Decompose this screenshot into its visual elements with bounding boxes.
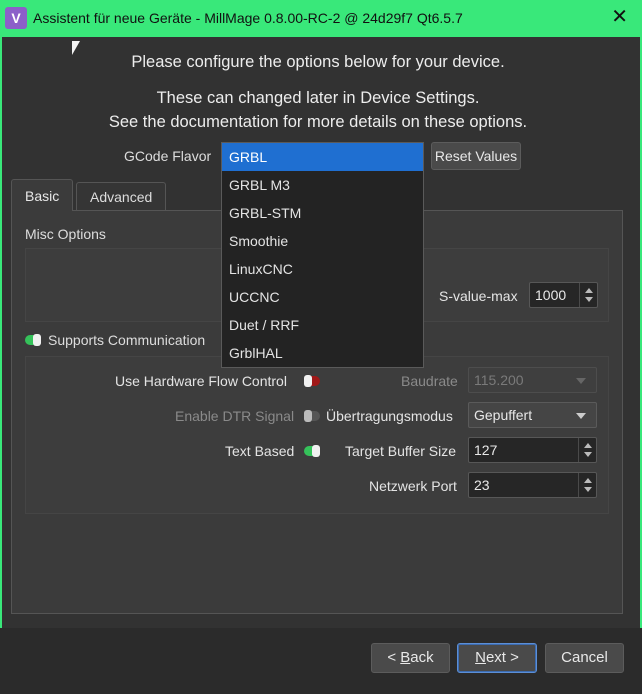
arrow-up-icon[interactable] <box>584 443 592 448</box>
supports-communication-toggle[interactable] <box>25 334 41 346</box>
baudrate-value: 115.200 <box>474 372 524 388</box>
misc-options-title: Misc Options <box>25 226 106 242</box>
network-port-value: 23 <box>474 477 490 493</box>
gcode-flavor-option[interactable]: GRBL M3 <box>222 171 423 199</box>
arrow-down-icon[interactable] <box>585 297 593 302</box>
hardware-flow-control-toggle[interactable] <box>304 375 320 387</box>
gcode-flavor-option[interactable]: GRBL-STM <box>222 199 423 227</box>
gcode-flavor-option[interactable]: GrblHAL <box>222 339 423 367</box>
mouse-cursor-icon <box>72 41 80 55</box>
network-port-spinbox[interactable]: 23 <box>468 472 597 498</box>
s-value-max-value: 1000 <box>535 287 567 303</box>
arrow-down-icon[interactable] <box>584 487 592 492</box>
arrow-up-icon[interactable] <box>585 288 593 293</box>
toggle-knob <box>33 334 41 346</box>
chevron-down-icon <box>576 413 586 419</box>
enable-dtr-toggle[interactable] <box>304 410 320 422</box>
supports-communication-label: Supports Communication <box>48 332 206 348</box>
window-title: Assistent für neue Geräte - MillMage 0.8… <box>33 10 463 26</box>
enable-dtr-label: Enable DTR Signal <box>175 408 295 424</box>
target-buffer-size-label: Target Buffer Size <box>345 443 457 459</box>
toggle-knob <box>312 445 320 457</box>
intro-line-3: See the documentation for more details o… <box>108 113 528 131</box>
tab-basic[interactable]: Basic <box>11 179 74 211</box>
toggle-knob <box>304 410 312 422</box>
title-bar: V Assistent für neue Geräte - MillMage 0… <box>0 0 642 37</box>
spin-arrows[interactable] <box>578 438 596 462</box>
toggle-knob <box>304 375 312 387</box>
s-value-max-label: S-value-max <box>439 288 518 304</box>
transfer-mode-value: Gepuffert <box>474 407 533 423</box>
arrow-down-icon[interactable] <box>584 452 592 457</box>
window-border-left <box>0 37 2 694</box>
millmage-logo-icon: V <box>5 7 27 29</box>
arrow-up-icon[interactable] <box>584 478 592 483</box>
gcode-flavor-label: GCode Flavor <box>124 148 212 164</box>
back-button[interactable]: < Back <box>371 643 450 673</box>
gcode-flavor-dropdown-list[interactable]: GRBL GRBL M3 GRBL-STM Smoothie LinuxCNC … <box>221 142 424 368</box>
tab-advanced[interactable]: Advanced <box>76 182 167 211</box>
hardware-flow-control-label: Use Hardware Flow Control <box>115 373 287 389</box>
reset-values-button[interactable]: Reset Values <box>431 142 521 170</box>
intro-line-1: Please configure the options below for y… <box>131 53 505 71</box>
cancel-button[interactable]: Cancel <box>545 643 624 673</box>
gcode-flavor-option[interactable]: GRBL <box>222 143 423 171</box>
gcode-flavor-option[interactable]: UCCNC <box>222 283 423 311</box>
baudrate-select[interactable]: 115.200 <box>468 367 597 393</box>
network-port-label: Netzwerk Port <box>369 478 457 494</box>
target-buffer-size-value: 127 <box>474 442 498 458</box>
intro-line-2: These can changed later in Device Settin… <box>156 89 480 107</box>
spin-arrows[interactable] <box>579 283 597 307</box>
gcode-flavor-option[interactable]: Duet / RRF <box>222 311 423 339</box>
next-button[interactable]: Next > <box>457 643 537 673</box>
target-buffer-size-spinbox[interactable]: 127 <box>468 437 597 463</box>
spin-arrows[interactable] <box>578 473 596 497</box>
gcode-flavor-option[interactable]: LinuxCNC <box>222 255 423 283</box>
chevron-down-icon <box>576 378 586 384</box>
baudrate-label: Baudrate <box>401 373 458 389</box>
transfer-mode-label: Übertragungsmodus <box>326 408 453 424</box>
close-icon[interactable]: ✕ <box>611 6 628 28</box>
gcode-flavor-option[interactable]: Smoothie <box>222 227 423 255</box>
s-value-max-spinbox[interactable]: 1000 <box>529 282 598 308</box>
text-based-label: Text Based <box>225 443 295 459</box>
transfer-mode-select[interactable]: Gepuffert <box>468 402 597 428</box>
text-based-toggle[interactable] <box>304 445 320 457</box>
